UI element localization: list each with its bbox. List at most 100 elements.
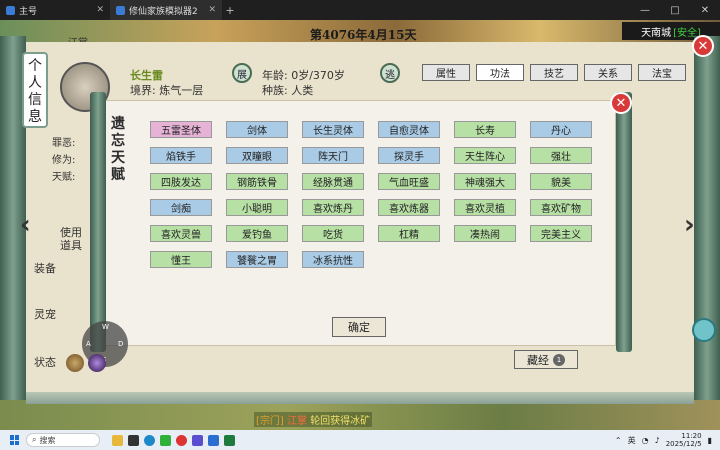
clock-time: 11:20	[681, 432, 702, 440]
window-titlebar: 主号 ✕ 修仙家族模拟器2 ✕ + — □ ✕	[0, 0, 720, 20]
trait-button[interactable]: 长寿	[454, 121, 516, 138]
notification-icon[interactable]: ▮	[708, 436, 712, 445]
trait-button[interactable]: 完美主义	[530, 225, 592, 242]
status-button[interactable]: 状态	[34, 356, 56, 369]
purple-orb-icon[interactable]	[88, 354, 106, 372]
start-icon[interactable]	[10, 435, 20, 445]
trait-button[interactable]: 凑热闹	[454, 225, 516, 242]
age-label: 年龄:	[262, 69, 288, 82]
trait-button[interactable]: 长生灵体	[302, 121, 364, 138]
browser-tab-game[interactable]: 修仙家族模拟器2 ✕	[110, 0, 222, 20]
item-orb-icon[interactable]	[66, 354, 84, 372]
taskbar-search[interactable]: ⌕ 搜索	[26, 433, 100, 447]
chat-message: [宗门] 江掌 轮回获得冰矿	[254, 412, 373, 427]
trait-button[interactable]: 喜欢矿物	[530, 199, 592, 216]
edge-icon[interactable]	[144, 434, 155, 446]
close-panel-button[interactable]: ✕	[692, 35, 714, 57]
game-date: 第4076年4月15天	[310, 28, 417, 42]
minimize-button[interactable]: —	[630, 5, 660, 16]
zhan-button[interactable]: 展	[232, 63, 252, 83]
tab-techniques[interactable]: 功法	[476, 64, 524, 81]
trait-button[interactable]: 探灵手	[378, 147, 440, 164]
tao-button[interactable]: 逃	[380, 63, 400, 83]
prev-arrow-icon[interactable]: ‹	[20, 210, 31, 240]
trait-button[interactable]: 貌美	[530, 173, 592, 190]
wechat-icon[interactable]	[160, 434, 171, 446]
trait-button[interactable]: 喜欢灵兽	[150, 225, 212, 242]
chat-text: 轮回获得冰矿	[310, 416, 371, 427]
language-indicator[interactable]: 英	[628, 435, 636, 446]
trait-button[interactable]: 神魂强大	[454, 173, 516, 190]
panel-tabs: 属性 功法 技艺 关系 法宝	[422, 64, 686, 81]
game-app-icon[interactable]	[208, 434, 219, 446]
maximize-button[interactable]: □	[660, 5, 690, 16]
volume-icon[interactable]: ♪	[655, 436, 660, 445]
trait-button[interactable]: 饕餮之胃	[226, 251, 288, 268]
trait-button[interactable]: 吃货	[302, 225, 364, 242]
tab-treasures[interactable]: 法宝	[638, 64, 686, 81]
trait-button[interactable]: 喜欢炼丹	[302, 199, 364, 216]
character-age: 年龄: 0岁/370岁	[262, 67, 345, 83]
character-stats: 罪恶: 修为: 天赋:	[52, 135, 75, 186]
scroll-rod-right	[694, 36, 720, 400]
trait-button[interactable]: 气血旺盛	[378, 173, 440, 190]
excel-icon[interactable]	[224, 434, 235, 446]
use-item-button[interactable]: 使用道具	[58, 226, 84, 252]
trait-button[interactable]: 五雷圣体	[150, 121, 212, 138]
widgets-icon[interactable]	[112, 434, 123, 446]
trait-button[interactable]: 爱钓鱼	[226, 225, 288, 242]
trait-button[interactable]: 焰铁手	[150, 147, 212, 164]
close-window-button[interactable]: ✕	[690, 5, 720, 16]
close-icon: ✕	[615, 95, 627, 111]
trait-button[interactable]: 丹心	[530, 121, 592, 138]
trait-button[interactable]: 剑体	[226, 121, 288, 138]
trait-button[interactable]: 阵天门	[302, 147, 364, 164]
trait-button[interactable]: 钢筋铁骨	[226, 173, 288, 190]
trait-button[interactable]: 冰系抗性	[302, 251, 364, 268]
equip-button[interactable]: 装备	[34, 262, 56, 275]
race-value: 人类	[291, 84, 314, 97]
character-name: 长生雷	[130, 69, 163, 82]
close-tab-icon[interactable]: ✕	[96, 5, 104, 15]
trait-button[interactable]: 自愈灵体	[378, 121, 440, 138]
tab-skills[interactable]: 技艺	[530, 64, 578, 81]
trait-button[interactable]: 懂王	[150, 251, 212, 268]
new-tab-button[interactable]: +	[222, 4, 238, 17]
confirm-button[interactable]: 确定	[332, 317, 386, 337]
chrome-icon[interactable]	[176, 434, 187, 446]
tab-attributes[interactable]: 属性	[422, 64, 470, 81]
trait-button[interactable]: 四肢发达	[150, 173, 212, 190]
trait-button[interactable]: 杠精	[378, 225, 440, 242]
tab-title: 主号	[19, 6, 38, 17]
pet-button[interactable]: 灵宠	[34, 308, 56, 321]
age-value: 0岁/370岁	[291, 69, 345, 82]
search-placeholder: 搜索	[39, 435, 56, 445]
network-icon[interactable]: ◔	[642, 436, 649, 445]
trait-button[interactable]: 强壮	[530, 147, 592, 164]
dialog-title: 遗忘天赋	[111, 116, 125, 183]
close-tab-icon[interactable]: ✕	[208, 5, 216, 15]
app-icon[interactable]	[192, 434, 203, 446]
trait-button[interactable]: 双瞳眼	[226, 147, 288, 164]
race-label: 种族:	[262, 84, 288, 97]
search-icon: ⌕	[32, 435, 37, 444]
trait-button[interactable]: 经脉贯通	[302, 173, 364, 190]
clock[interactable]: 11:20 2025/12/5	[666, 432, 702, 448]
system-tray: ⌃ 英 ◔ ♪ 11:20 2025/12/5 ▮	[615, 432, 720, 448]
trait-button[interactable]: 喜欢炼器	[378, 199, 440, 216]
tray-chevron-icon[interactable]: ⌃	[615, 436, 622, 445]
trait-button[interactable]: 喜欢灵植	[454, 199, 516, 216]
trait-button[interactable]: 天生阵心	[454, 147, 516, 164]
trait-button[interactable]: 小聪明	[226, 199, 288, 216]
tab-relations[interactable]: 关系	[584, 64, 632, 81]
character-shortcut-icon[interactable]	[692, 318, 716, 342]
next-arrow-icon[interactable]: ›	[684, 210, 695, 240]
cangjing-button[interactable]: 藏经 1	[514, 350, 578, 369]
browser-tab-main[interactable]: 主号 ✕	[0, 0, 110, 20]
dialog-rod-right	[616, 92, 632, 352]
trait-button[interactable]: 剑痴	[150, 199, 212, 216]
dialog-close-button[interactable]: ✕	[610, 92, 632, 114]
realm-label: 境界:	[130, 84, 156, 97]
stat-cultivation: 修为:	[52, 155, 76, 166]
taskview-icon[interactable]	[128, 434, 139, 446]
